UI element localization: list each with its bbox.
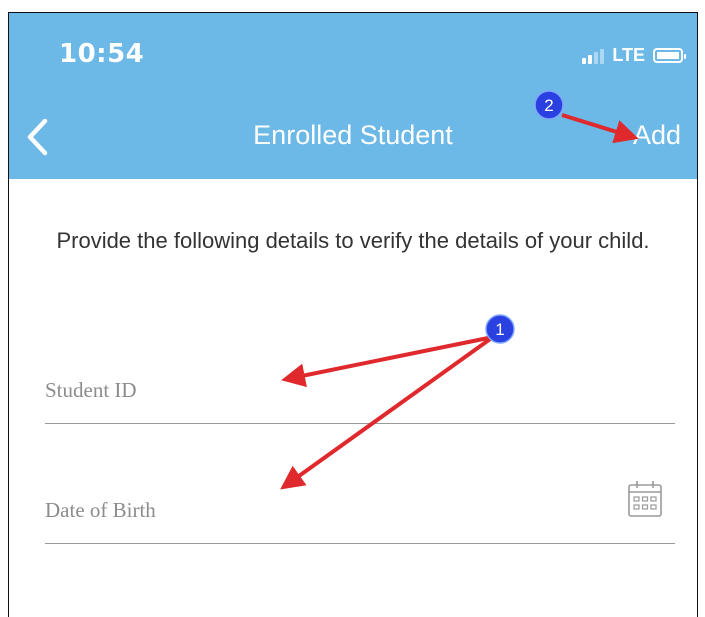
battery-icon bbox=[653, 48, 686, 63]
status-time: 10:54 bbox=[59, 39, 145, 69]
app-header: 10:54 LTE Enrolled Student Add bbox=[9, 13, 697, 179]
phone-screen: 10:54 LTE Enrolled Student Add Provide t… bbox=[8, 12, 698, 617]
network-label: LTE bbox=[612, 45, 645, 65]
student-id-placeholder: Student ID bbox=[45, 378, 137, 402]
signal-icon bbox=[582, 48, 605, 64]
date-of-birth-field[interactable]: Date of Birth bbox=[45, 477, 675, 544]
page-title: Enrolled Student bbox=[253, 120, 453, 150]
add-button[interactable]: Add bbox=[633, 120, 681, 151]
status-indicators: LTE bbox=[582, 45, 686, 66]
date-of-birth-placeholder: Date of Birth bbox=[45, 498, 156, 522]
instruction-text: Provide the following details to verify … bbox=[56, 228, 650, 253]
student-id-field[interactable]: Student ID bbox=[45, 363, 675, 424]
calendar-icon[interactable] bbox=[627, 479, 663, 519]
